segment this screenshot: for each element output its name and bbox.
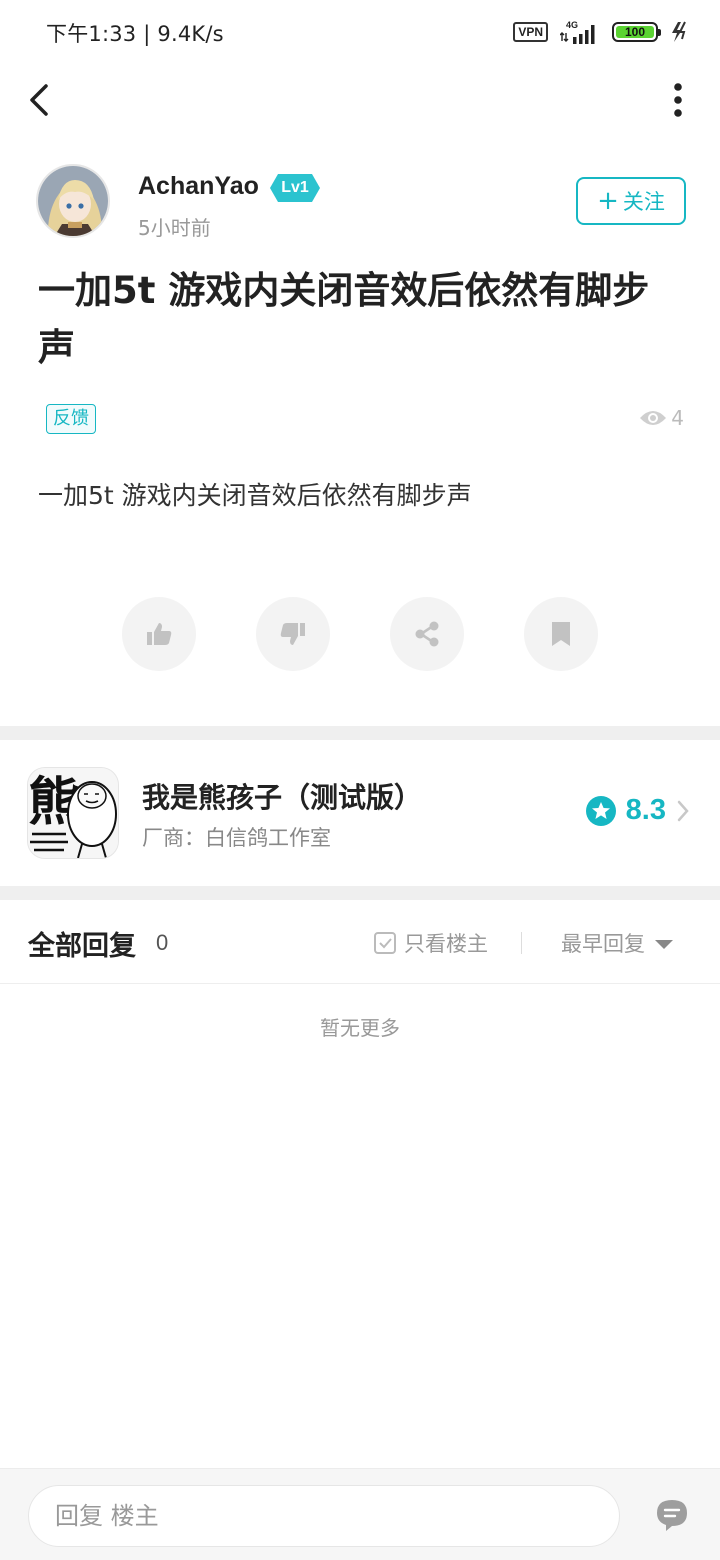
comment-button[interactable] [654,1497,690,1533]
level-badge-label: Lv1 [281,179,309,196]
thumbs-down-icon [280,623,305,645]
replies-header: 全部回复 0 只看楼主 最早回复 [0,902,720,984]
author-name[interactable]: AchanYao [138,172,259,201]
sort-dropdown[interactable]: 最早回复 [561,928,673,958]
game-card[interactable]: 熊 我是熊孩子（测试版） 厂商：白信鸽工作室 8.3 [0,740,720,886]
back-button[interactable] [24,80,60,120]
top-navigation [0,64,720,140]
section-divider [0,726,720,740]
follow-button[interactable]: + 关注 [576,177,686,225]
empty-state-text: 暂无更多 [320,1016,400,1040]
game-name: 我是熊孩子（测试版） [142,781,423,814]
signal-icon: 4G [559,19,600,45]
network-type-label: 4G [566,20,578,30]
reply-input[interactable]: 回复 楼主 [28,1485,620,1547]
charging-icon [672,21,686,42]
avatar[interactable] [36,164,110,238]
post-tag[interactable]: 反馈 [46,404,96,434]
header-separator [521,932,522,954]
status-time-speed: 下午1:33 | 9.4K/s [46,22,224,46]
star-icon [585,795,616,826]
battery-icon: 100 [612,22,661,42]
more-vertical-icon [674,83,682,117]
chevron-right-icon [677,800,689,821]
thumbs-up-icon [147,623,172,645]
only-op-label: 只看楼主 [404,932,488,956]
dislike-button[interactable] [256,597,330,671]
post-time: 5小时前 [138,216,211,240]
post-body: 一加5t 游戏内关闭音效后依然有脚步声 [38,481,472,510]
only-op-toggle[interactable]: 只看楼主 [374,928,488,958]
share-icon [415,621,439,647]
tag-row: 反馈 4 [38,402,684,436]
view-count: 4 [639,406,684,430]
game-icon: 熊 [27,767,119,859]
share-button[interactable] [390,597,464,671]
replies-count: 0 [156,930,169,955]
battery-level: 100 [624,25,646,39]
like-button[interactable] [122,597,196,671]
comment-icon [657,1500,687,1531]
sort-label: 最早回复 [561,932,645,956]
plus-icon: + [597,186,619,216]
back-arrow-icon [30,84,48,116]
bookmark-button[interactable] [524,597,598,671]
section-divider [0,886,720,900]
view-count-value: 4 [671,406,684,430]
bookmark-icon [552,622,570,646]
bottom-reply-bar: 回复 楼主 [0,1468,720,1560]
replies-title: 全部回复 [28,931,136,962]
more-options-button[interactable] [668,82,688,118]
checkbox-icon [374,932,396,954]
vpn-icon: VPN [513,22,548,42]
post-title: 一加5t 游戏内关闭音效后依然有脚步声 [38,269,650,369]
follow-label: 关注 [622,190,665,214]
author-row: AchanYao Lv1 5小时前 + 关注 [36,164,686,240]
caret-down-icon [655,939,673,949]
game-rating: 8.3 [585,794,690,827]
level-badge: Lv1 [270,174,320,202]
game-vendor: 厂商：白信鸽工作室 [142,826,331,850]
eye-icon [640,411,667,425]
status-bar: 下午1:33 | 9.4K/s VPN 4G 100 [0,0,720,64]
status-icons: VPN 4G 100 [513,18,690,46]
post-actions [122,597,602,671]
rating-value: 8.3 [625,794,666,826]
